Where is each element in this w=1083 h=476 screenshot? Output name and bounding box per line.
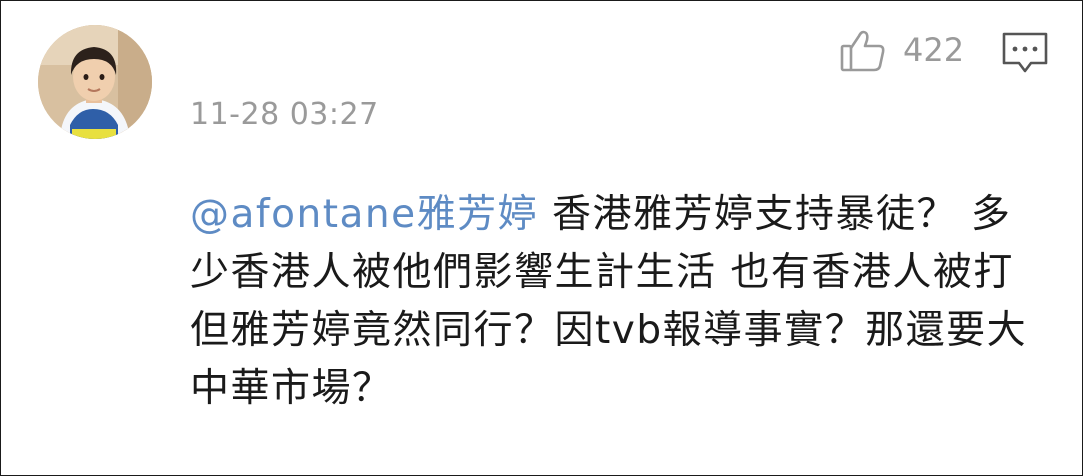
like-count: 422 (903, 31, 965, 69)
reply-button[interactable] (1001, 31, 1049, 75)
user-mention-link[interactable]: @afontane雅芳婷 (190, 192, 538, 237)
comment-body: @afontane雅芳婷 香港雅芳婷支持暴徒？ 多少香港人被他們影響生計生活 也… (190, 186, 1050, 418)
comment-card: 11-28 03:27 422 @afontane雅芳婷 香港雅芳婷支持暴徒？ … (0, 0, 1083, 476)
comment-bubble-icon (1002, 32, 1048, 73)
thumbs-up-icon (840, 30, 885, 72)
user-avatar[interactable] (38, 25, 152, 139)
like-button[interactable]: 422 (839, 27, 964, 73)
avatar-image (38, 25, 152, 139)
comment-timestamp: 11-28 03:27 (190, 97, 379, 132)
